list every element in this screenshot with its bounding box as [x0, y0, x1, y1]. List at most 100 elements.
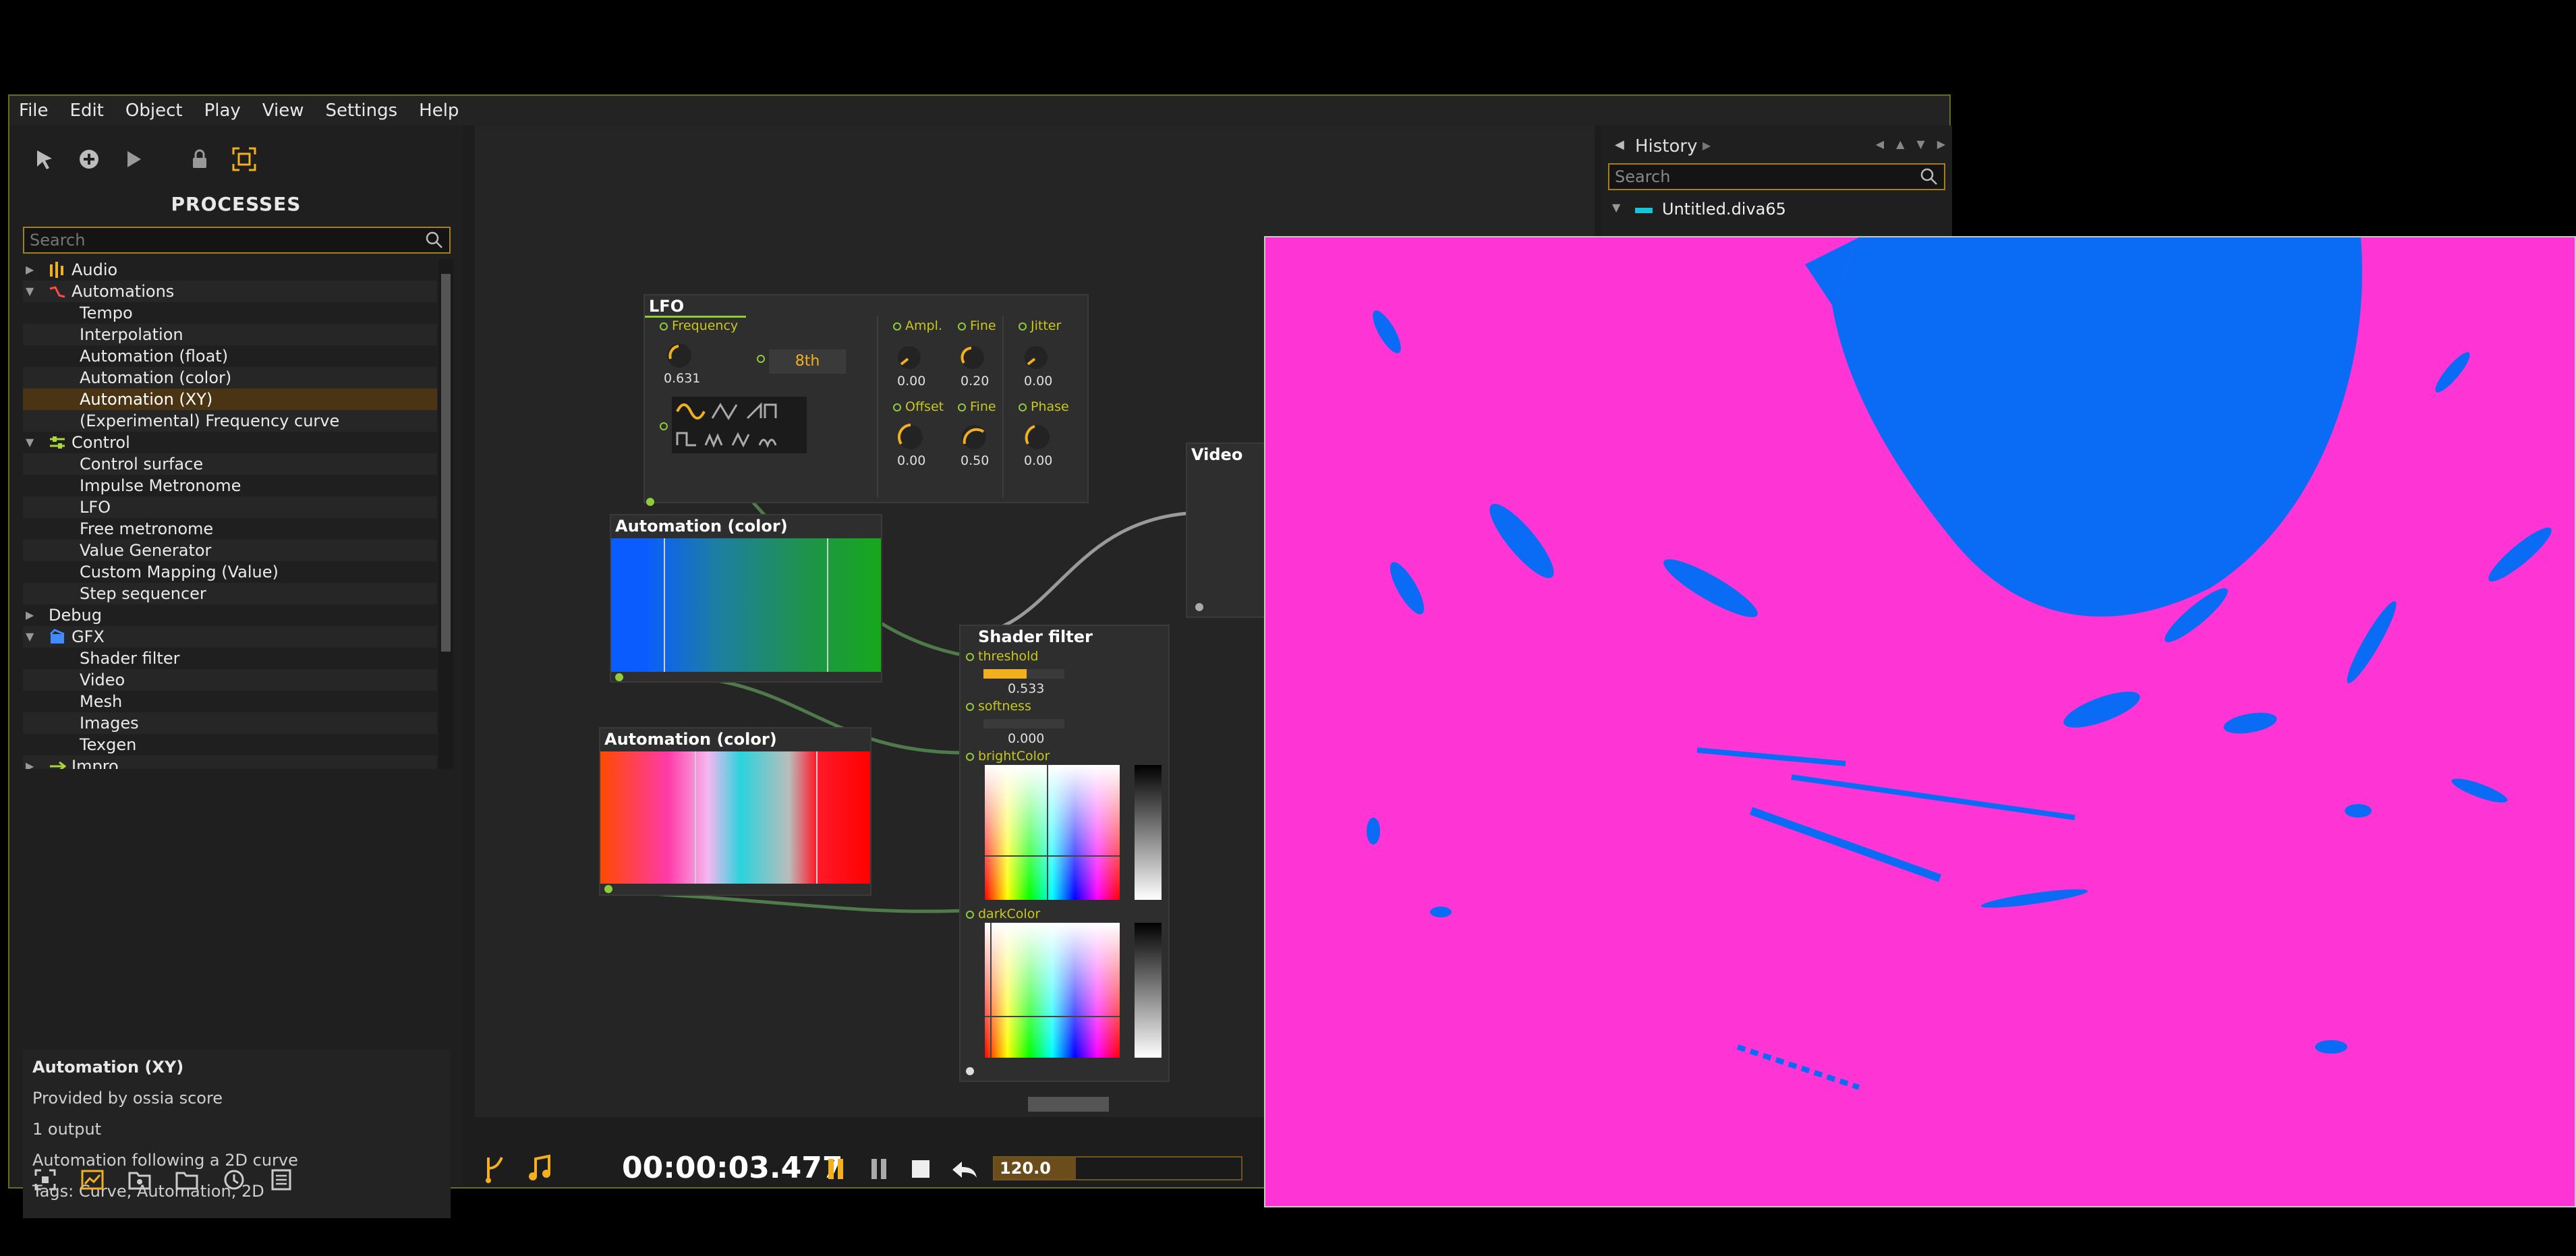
- automation-color-1-gradient[interactable]: [611, 538, 881, 672]
- shader-threshold-slider[interactable]: [983, 669, 1064, 679]
- select-tool-icon[interactable]: [30, 144, 59, 174]
- tree-item[interactable]: Custom Mapping (Value): [23, 561, 437, 583]
- tree-item[interactable]: Texgen: [23, 734, 437, 755]
- lfo-fine2-port[interactable]: [958, 403, 966, 411]
- menu-view[interactable]: View: [262, 101, 304, 121]
- history-last-icon[interactable]: ▶: [1937, 138, 1945, 150]
- lfo-jitter-port[interactable]: [1019, 322, 1027, 331]
- tree-item[interactable]: Free metronome: [23, 518, 437, 540]
- pause-all-icon[interactable]: [869, 1158, 889, 1180]
- process-library-icon[interactable]: [77, 1164, 108, 1195]
- automation-color-1-output[interactable]: [615, 673, 623, 681]
- search-icon[interactable]: [425, 231, 444, 252]
- play-tool-icon[interactable]: [119, 144, 148, 174]
- tree-item[interactable]: Video: [23, 669, 437, 691]
- shader-dark-color-picker[interactable]: [985, 923, 1120, 1058]
- lfo-fine1-port[interactable]: [958, 322, 966, 331]
- lfo-frequency-port[interactable]: [660, 322, 668, 331]
- node-view-icon[interactable]: [30, 1164, 61, 1195]
- shader-filter-node[interactable]: Shader filter threshold 0.533 softness 0…: [959, 625, 1170, 1082]
- tree-item[interactable]: Control surface: [23, 453, 437, 475]
- shader-bright-color-picker[interactable]: [985, 765, 1120, 900]
- shader-bright-port[interactable]: [966, 753, 974, 761]
- lfo-quant-field[interactable]: 8th: [769, 349, 846, 374]
- tree-item[interactable]: Automation (float): [23, 345, 437, 367]
- tree-item[interactable]: LFO: [23, 496, 437, 518]
- folder-icon[interactable]: [171, 1164, 202, 1195]
- automation-color-2-output[interactable]: [604, 885, 612, 893]
- menu-object[interactable]: Object: [125, 101, 183, 121]
- tree-category[interactable]: ▶ Debug: [23, 604, 437, 626]
- tree-item[interactable]: Tempo: [23, 302, 437, 324]
- tree-item[interactable]: Interpolation: [23, 324, 437, 345]
- automation-color-node-2[interactable]: Automation (color): [599, 727, 871, 896]
- history-item-arrow[interactable]: ▼: [1612, 201, 1620, 214]
- lfo-fine2-knob[interactable]: [958, 421, 990, 453]
- lfo-waveform-port[interactable]: [660, 422, 668, 430]
- tree-item[interactable]: Step sequencer: [23, 583, 437, 604]
- menu-help[interactable]: Help: [419, 101, 459, 121]
- stop-icon[interactable]: [911, 1159, 931, 1179]
- lfo-ampl-port[interactable]: [893, 322, 901, 331]
- expanded-arrow-icon[interactable]: ▼: [26, 626, 34, 648]
- tempo-field[interactable]: 120.0: [993, 1156, 1242, 1180]
- lfo-phase-knob[interactable]: [1021, 421, 1054, 453]
- menu-edit[interactable]: Edit: [70, 101, 104, 121]
- pause-icon[interactable]: [826, 1158, 846, 1180]
- tree-scrollbar[interactable]: [438, 259, 453, 769]
- tree-category[interactable]: ▶ Audio: [23, 259, 437, 281]
- automation-color-1-point-b[interactable]: [827, 538, 828, 672]
- history-search-icon[interactable]: [1920, 167, 1939, 186]
- lfo-jitter-knob[interactable]: [1021, 343, 1051, 372]
- expanded-arrow-icon[interactable]: ▼: [26, 432, 34, 453]
- shader-softness-slider[interactable]: [983, 719, 1064, 729]
- cable-shader-video[interactable]: [965, 511, 1200, 637]
- lfo-quant-port[interactable]: [757, 355, 765, 363]
- menu-file[interactable]: File: [19, 101, 49, 121]
- tree-item[interactable]: Value Generator: [23, 540, 437, 561]
- tree-item[interactable]: Automation (XY): [23, 389, 437, 410]
- user-library-icon[interactable]: [124, 1164, 155, 1195]
- menu-play[interactable]: Play: [204, 101, 241, 121]
- collapsed-arrow-icon[interactable]: ▶: [26, 755, 34, 769]
- tree-item[interactable]: Impulse Metronome: [23, 475, 437, 496]
- shader-dark-port[interactable]: [966, 911, 974, 919]
- lfo-fine1-knob[interactable]: [958, 343, 988, 372]
- expanded-arrow-icon[interactable]: ▼: [26, 281, 34, 302]
- lfo-ampl-knob[interactable]: [894, 343, 924, 372]
- shader-output-port[interactable]: [966, 1067, 974, 1075]
- history-collapse-icon[interactable]: ◀: [1615, 138, 1624, 152]
- shader-softness-port[interactable]: [966, 703, 974, 711]
- history-up-icon[interactable]: ▲: [1896, 138, 1904, 150]
- history-expand-icon[interactable]: ▶: [1702, 139, 1711, 152]
- fit-view-icon[interactable]: [229, 144, 259, 174]
- shader-threshold-port[interactable]: [966, 653, 974, 661]
- music-note-icon[interactable]: [526, 1153, 553, 1183]
- create-tool-icon[interactable]: [74, 144, 104, 174]
- canvas-h-scroll-thumb[interactable]: [1028, 1097, 1109, 1112]
- automation-color-node-1[interactable]: Automation (color): [610, 514, 882, 683]
- automation-color-2-point-a[interactable]: [695, 751, 696, 884]
- tree-item[interactable]: Mesh: [23, 691, 437, 712]
- lfo-offset-port[interactable]: [893, 403, 901, 411]
- shader-dark-brightness-bar[interactable]: [1135, 923, 1162, 1058]
- history-down-icon[interactable]: ▼: [1916, 138, 1924, 150]
- collapsed-arrow-icon[interactable]: ▶: [26, 259, 34, 281]
- menu-settings[interactable]: Settings: [326, 101, 398, 121]
- timeline-mode-icon[interactable]: [482, 1153, 509, 1183]
- lfo-phase-port[interactable]: [1019, 403, 1027, 411]
- history-icon[interactable]: [219, 1164, 250, 1195]
- video-input-port[interactable]: [1195, 603, 1203, 611]
- collapsed-arrow-icon[interactable]: ▶: [26, 604, 34, 626]
- lfo-output-port[interactable]: [646, 498, 654, 506]
- tree-item[interactable]: Shader filter: [23, 648, 437, 669]
- history-search[interactable]: Search: [1608, 163, 1945, 190]
- lfo-node[interactable]: LFO Frequency 0.631 8th Ampl. 0.00 Fine …: [643, 294, 1089, 506]
- tree-category[interactable]: ▼ Automations: [23, 281, 437, 302]
- automation-color-2-gradient[interactable]: [600, 751, 870, 884]
- messages-icon[interactable]: [266, 1164, 297, 1195]
- lfo-waveform-selector[interactable]: [672, 397, 807, 453]
- automation-color-2-point-b[interactable]: [816, 751, 818, 884]
- lock-icon[interactable]: [185, 144, 214, 174]
- tree-category[interactable]: ▶ Impro: [23, 755, 437, 769]
